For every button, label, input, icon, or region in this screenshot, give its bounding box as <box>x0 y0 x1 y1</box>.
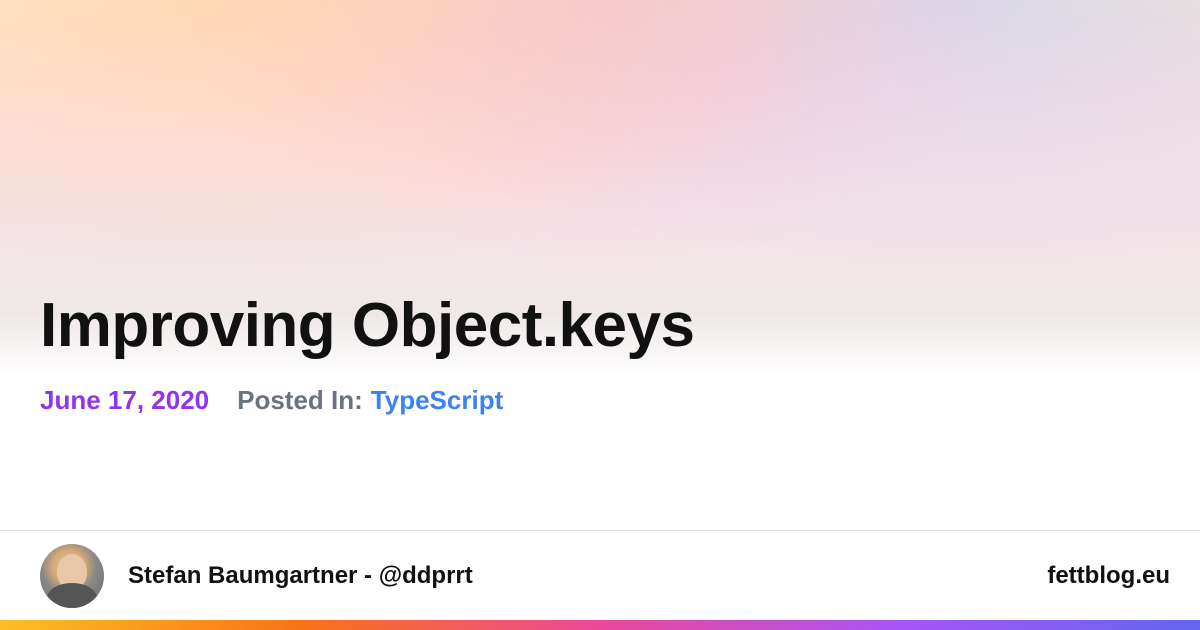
author-name: Stefan Baumgartner - @ddprrt <box>128 562 473 590</box>
posted-in-label: Posted In: <box>237 385 363 416</box>
author-block: Stefan Baumgartner - @ddprrt <box>40 544 473 608</box>
category-link[interactable]: TypeScript <box>371 385 503 416</box>
accent-stripe <box>0 620 1200 630</box>
site-name: fettblog.eu <box>1047 562 1170 590</box>
post-header: Improving Object.keys June 17, 2020 Post… <box>40 290 695 416</box>
posted-in: Posted In: TypeScript <box>237 385 503 416</box>
post-title: Improving Object.keys <box>40 290 695 361</box>
post-date: June 17, 2020 <box>40 385 209 416</box>
post-meta: June 17, 2020 Posted In: TypeScript <box>40 385 695 416</box>
avatar <box>40 544 104 608</box>
footer-bar: Stefan Baumgartner - @ddprrt fettblog.eu <box>0 530 1200 620</box>
